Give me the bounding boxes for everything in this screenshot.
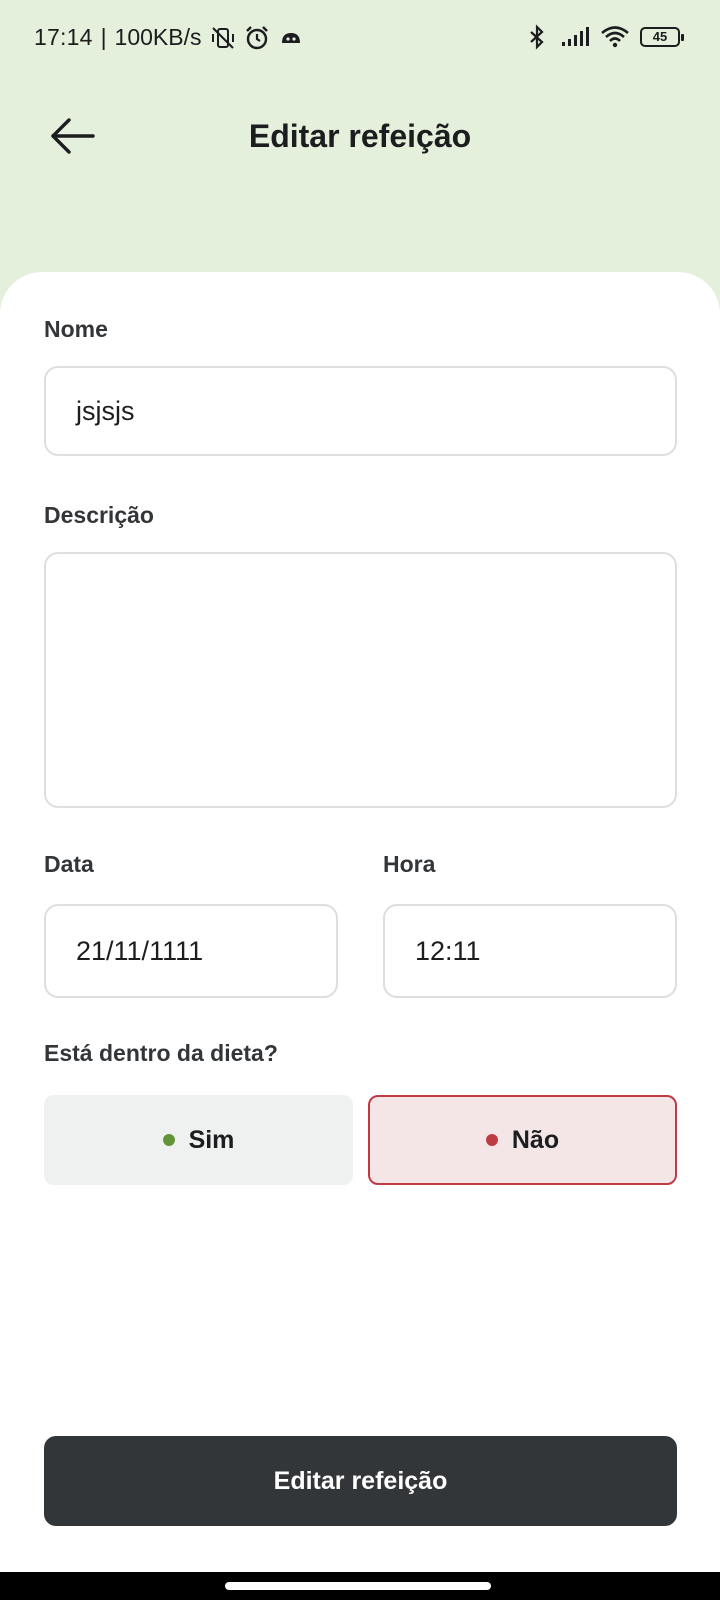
edit-meal-button[interactable]: Editar refeição xyxy=(44,1436,677,1526)
name-input[interactable]: jsjsjs xyxy=(44,366,677,456)
status-left: 17:14 | 100KB/s xyxy=(34,24,304,51)
time-input[interactable]: 12:11 xyxy=(383,904,677,998)
navigation-bar xyxy=(0,1572,720,1600)
diet-yes-button[interactable]: Sim xyxy=(44,1095,353,1185)
vibrate-off-icon xyxy=(211,26,234,49)
diet-question: Está dentro da dieta? xyxy=(44,1040,278,1066)
network-speed: 100KB/s xyxy=(114,24,202,50)
app-notification-icon xyxy=(281,32,300,43)
status-right: 45 xyxy=(524,24,684,50)
page-title: Editar refeição xyxy=(248,118,472,154)
alarm-icon xyxy=(245,25,268,49)
name-label: Nome xyxy=(44,316,108,342)
date-input[interactable]: 21/11/1111 xyxy=(44,904,338,998)
description-label: Descrição xyxy=(44,502,154,528)
date-input-value: 21/11/1111 xyxy=(76,935,204,966)
diet-no-label: Não xyxy=(511,1125,560,1154)
header: Editar refeição xyxy=(0,90,720,186)
red-dot-icon xyxy=(485,1134,498,1146)
home-indicator[interactable] xyxy=(225,1582,491,1590)
status-separator: | xyxy=(100,24,107,50)
diet-yes-label: Sim xyxy=(188,1125,235,1154)
form-card: Nome jsjsjs Descrição Data 21/11/1111 Ho… xyxy=(0,272,720,1572)
battery-icon: 45 xyxy=(640,27,684,47)
diet-no-button[interactable]: Não xyxy=(368,1095,677,1185)
screen: 17:14 | 100KB/s 45 Editar refeição Nome … xyxy=(0,0,720,1600)
green-dot-icon xyxy=(162,1134,175,1146)
wifi-icon xyxy=(601,26,629,48)
time-input-value: 12:11 xyxy=(415,935,481,966)
signal-icon xyxy=(562,27,589,46)
date-label: Data xyxy=(44,851,94,877)
status-bar: 17:14 | 100KB/s 45 xyxy=(0,0,720,78)
bluetooth-icon xyxy=(530,24,544,50)
time-label: Hora xyxy=(383,851,436,877)
name-input-value: jsjsjs xyxy=(76,395,135,426)
description-textarea[interactable] xyxy=(44,552,677,808)
status-time: 17:14 xyxy=(34,24,93,50)
